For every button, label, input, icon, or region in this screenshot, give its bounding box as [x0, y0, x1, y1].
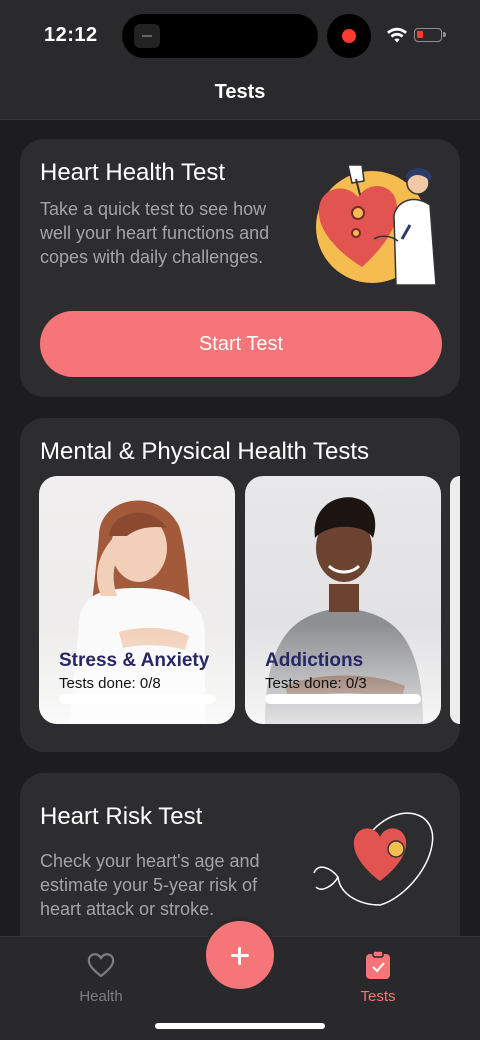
- tab-health-label: Health: [79, 988, 123, 1005]
- status-time: 12:12: [44, 24, 98, 46]
- clipboard-check-icon: [366, 950, 390, 979]
- tile-overlay: [245, 624, 441, 724]
- tab-tests[interactable]: Tests: [333, 950, 423, 1005]
- heart-risk-description: Check your heart's age and estimate your…: [40, 851, 260, 919]
- home-indicator: [155, 1023, 325, 1029]
- tile-name: Stress & Anxiety: [59, 650, 210, 671]
- tile-done-count: Tests done: 0/3: [265, 675, 367, 692]
- wifi-icon: [387, 27, 407, 43]
- dynamic-island: [122, 14, 318, 58]
- stethoscope-heart-illustration: [313, 812, 434, 906]
- mental-physical-title: Mental & Physical Health Tests: [40, 438, 370, 465]
- addictions-tile[interactable]: Addictions Tests done: 0/3: [245, 476, 441, 724]
- heart-health-description: Take a quick test to see how well your h…: [40, 199, 270, 267]
- status-bar: 12:12: [0, 0, 480, 70]
- stress-anxiety-tile[interactable]: Stress & Anxiety Tests done: 0/8: [39, 476, 235, 724]
- tile-progress-bar: [265, 694, 421, 704]
- heart-health-card: Heart Health Test Take a quick test to s…: [20, 139, 460, 397]
- add-button[interactable]: [203, 918, 277, 992]
- page-title: Tests: [214, 81, 266, 103]
- mental-physical-card: Mental & Physical Health Tests Stress & …: [20, 418, 460, 752]
- start-test-button[interactable]: Start Test: [40, 311, 442, 377]
- nav-header: Tests: [0, 70, 480, 120]
- tab-health[interactable]: Health: [56, 951, 146, 1005]
- app-preview-icon: [134, 24, 160, 48]
- heart-outline-icon: [87, 953, 115, 978]
- screen-recording-icon: [327, 14, 371, 58]
- battery-icon: [414, 28, 446, 42]
- next-tile-peek[interactable]: [450, 476, 460, 724]
- doctor-heart-illustration: [316, 164, 437, 286]
- tile-done-count: Tests done: 0/8: [59, 675, 161, 692]
- tile-overlay: [39, 624, 235, 724]
- tile-name: Addictions: [265, 650, 364, 671]
- heart-health-title: Heart Health Test: [40, 159, 225, 186]
- tile-progress-bar: [59, 694, 215, 704]
- heart-risk-title: Heart Risk Test: [40, 803, 203, 830]
- tab-tests-label: Tests: [360, 988, 396, 1005]
